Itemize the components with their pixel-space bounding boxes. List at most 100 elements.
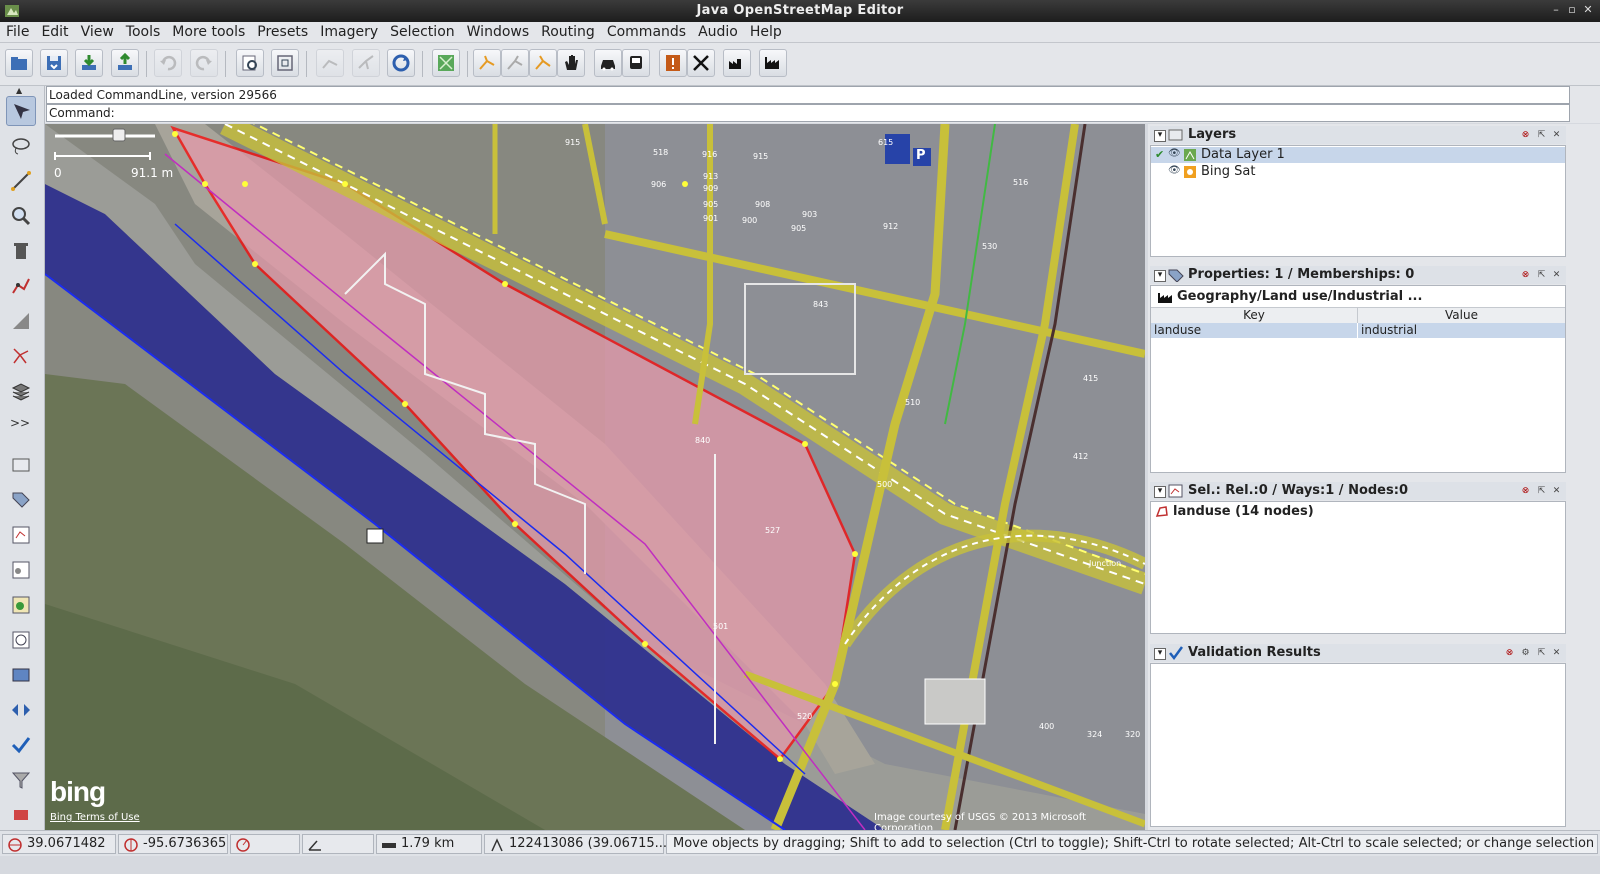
menu-edit[interactable]: Edit [35, 22, 74, 42]
collapse-toggle-icon[interactable]: ▾ [1154, 130, 1166, 142]
validation-panel-header[interactable]: ▾ Validation Results ⊗ ⚙ ⇱ ✕ [1150, 644, 1566, 662]
preset-name[interactable]: Geography/Land use/Industrial ... [1177, 289, 1422, 304]
toggle-validator-button[interactable] [6, 730, 36, 760]
panel-close-all-icon[interactable]: ⊗ [1520, 270, 1531, 281]
menu-more-tools[interactable]: More tools [166, 22, 251, 42]
menu-audio[interactable]: Audio [692, 22, 744, 42]
menu-imagery[interactable]: Imagery [314, 22, 384, 42]
menu-tools[interactable]: Tools [120, 22, 167, 42]
scroll-up-icon[interactable]: ▲ [16, 86, 22, 95]
validation-button[interactable] [659, 49, 687, 77]
panel-detach-icon[interactable]: ⇱ [1536, 486, 1547, 497]
menu-file[interactable]: File [0, 22, 35, 42]
properties-panel-header[interactable]: ▾ Properties: 1 / Memberships: 0 ⊗ ⇱ ✕ [1150, 266, 1566, 284]
extrude-mode-button[interactable] [6, 341, 36, 371]
panel-detach-icon[interactable]: ⇱ [1536, 130, 1547, 141]
toggle-properties-button[interactable] [6, 485, 36, 515]
bing-terms-link[interactable]: Bing Terms of Use [50, 812, 140, 823]
toggle-selection-button[interactable] [6, 520, 36, 550]
layers-panel-header[interactable]: ▾ Layers ⊗ ⇱ ✕ [1150, 126, 1566, 144]
bus-profile-button[interactable] [622, 49, 650, 77]
split-way-button[interactable] [352, 49, 380, 77]
table-row[interactable]: landuse industrial [1151, 323, 1565, 338]
panel-close-all-icon[interactable]: ⊗ [1520, 486, 1531, 497]
minimize-icon[interactable]: – [1548, 2, 1564, 18]
eye-icon[interactable]: 👁 [1168, 148, 1181, 159]
toggle-conflict-button[interactable] [6, 695, 36, 725]
panel-settings-icon[interactable]: ⚙ [1520, 648, 1531, 659]
toggle-changeset-button[interactable] [6, 660, 36, 690]
lasso-mode-button[interactable] [6, 131, 36, 161]
car-profile-button[interactable] [594, 49, 622, 77]
select-mode-button[interactable] [6, 96, 36, 126]
history-icon [12, 631, 30, 649]
open-file-button[interactable] [5, 49, 33, 77]
undo-button[interactable] [154, 49, 182, 77]
panel-close-icon[interactable]: ✕ [1551, 270, 1562, 281]
wireframe-toggle-button[interactable] [432, 49, 460, 77]
active-check-icon[interactable]: ✔ [1155, 148, 1164, 161]
toggle-layers-button[interactable] [6, 450, 36, 480]
close-icon[interactable]: ✕ [1580, 2, 1596, 18]
cross-tool-button[interactable] [687, 49, 715, 77]
upload-button[interactable] [111, 49, 139, 77]
checkmark-icon [1169, 646, 1184, 661]
zoom-mode-button[interactable] [6, 201, 36, 231]
maximize-icon[interactable]: ▫ [1564, 2, 1580, 18]
column-header-value[interactable]: Value [1358, 308, 1565, 322]
map-view[interactable]: 0 91.1 m P bing Bing Terms of Use Image … [45, 124, 1145, 830]
panel-close-all-icon[interactable]: ⊗ [1520, 130, 1531, 141]
zoom-to-data-button[interactable] [271, 49, 299, 77]
commandline-input[interactable]: Command: [46, 104, 1570, 122]
align-line-button[interactable] [501, 49, 529, 77]
save-button[interactable] [40, 49, 68, 77]
menu-commands[interactable]: Commands [601, 22, 692, 42]
collapse-toggle-icon[interactable]: ▾ [1154, 648, 1166, 660]
list-item[interactable]: landuse (14 nodes) [1151, 504, 1565, 520]
collapse-toggle-icon[interactable]: ▾ [1154, 270, 1166, 282]
map-canvas[interactable] [45, 124, 1145, 830]
panel-close-icon[interactable]: ✕ [1551, 130, 1562, 141]
panel-close-icon[interactable]: ✕ [1551, 486, 1562, 497]
collapse-toggle-icon[interactable]: ▾ [1154, 486, 1166, 498]
menu-routing[interactable]: Routing [535, 22, 601, 42]
download-button[interactable] [75, 49, 103, 77]
delete-mode-button[interactable] [6, 236, 36, 266]
menu-windows[interactable]: Windows [461, 22, 536, 42]
panel-detach-icon[interactable]: ⇱ [1536, 270, 1547, 281]
menu-presets[interactable]: Presets [251, 22, 314, 42]
menu-help[interactable]: Help [744, 22, 788, 42]
improve-way-button[interactable] [6, 271, 36, 301]
layer-row-imagery[interactable]: 👁 Bing Sat [1151, 164, 1565, 180]
layer-row-data[interactable]: ✔ 👁 Data Layer 1 [1151, 147, 1565, 163]
orthogonalize-button[interactable] [529, 49, 557, 77]
menu-view[interactable]: View [75, 22, 120, 42]
reload-button[interactable] [387, 49, 415, 77]
house-number: 840 [695, 436, 711, 445]
selection-panel-header[interactable]: ▾ Sel.: Rel.:0 / Ways:1 / Nodes:0 ⊗ ⇱ ✕ [1150, 482, 1566, 500]
industrial-tool-button[interactable] [759, 49, 787, 77]
parallel-mode-button[interactable] [6, 306, 36, 336]
menu-selection[interactable]: Selection [384, 22, 461, 42]
draw-mode-button[interactable] [6, 166, 36, 196]
redo-button[interactable] [190, 49, 218, 77]
align-circle-button[interactable] [473, 49, 501, 77]
toggle-filters-button[interactable] [6, 765, 36, 795]
panel-close-all-icon[interactable]: ⊗ [1504, 648, 1515, 659]
building-mode-button[interactable] [6, 376, 36, 406]
column-header-key[interactable]: Key [1151, 308, 1358, 323]
longitude-value: -95.6736365 [143, 836, 227, 851]
toggle-relations-button[interactable] [6, 555, 36, 585]
map-marker-icon[interactable] [366, 528, 384, 544]
preferences-button[interactable] [236, 49, 264, 77]
move-mode-button[interactable] [557, 49, 585, 77]
toggle-filter-button[interactable] [6, 590, 36, 620]
panel-detach-icon[interactable]: ⇱ [1536, 648, 1547, 659]
panel-close-icon[interactable]: ✕ [1551, 648, 1562, 659]
building-tool-button[interactable] [723, 49, 751, 77]
combine-way-button[interactable] [316, 49, 344, 77]
toggle-history-button[interactable] [6, 625, 36, 655]
eye-icon[interactable]: 👁 [1168, 165, 1181, 176]
more-tools-toggle[interactable]: >> [10, 416, 30, 430]
toggle-notes-button[interactable] [6, 800, 36, 830]
